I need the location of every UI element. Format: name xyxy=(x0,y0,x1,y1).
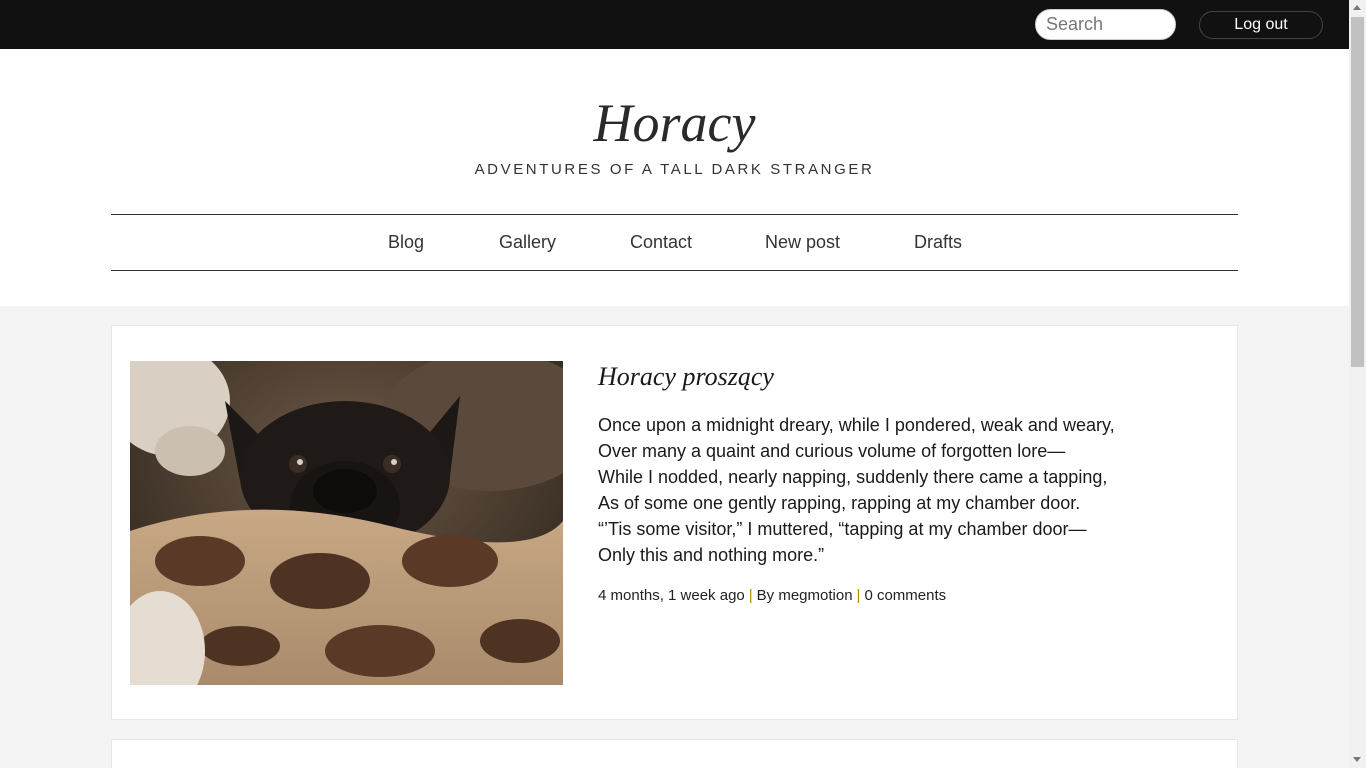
scroll-thumb[interactable] xyxy=(1351,17,1364,367)
page-scrollbar[interactable] xyxy=(1349,0,1366,768)
top-bar: Log out xyxy=(0,0,1349,49)
post-author[interactable]: By megmotion xyxy=(757,587,853,604)
site-tagline: ADVENTURES OF A TALL DARK STRANGER xyxy=(474,161,875,178)
scroll-down-icon[interactable] xyxy=(1353,757,1361,762)
post-meta: 4 months, 1 week ago | By megmotion | 0 comm… xyxy=(598,587,946,604)
search-input[interactable] xyxy=(1035,9,1176,40)
meta-separator: | xyxy=(856,587,861,604)
post-time[interactable]: 4 months, 1 week ago xyxy=(598,587,745,604)
site-header: Horacy ADVENTURES OF A TALL DARK STRANGE… xyxy=(0,49,1349,306)
meta-separator: | xyxy=(748,587,753,604)
dog-photo-image xyxy=(130,361,563,685)
post-line: Once upon a midnight dreary, while I pon… xyxy=(598,415,1115,435)
nav-item-drafts[interactable]: Drafts xyxy=(914,232,962,253)
logout-button[interactable]: Log out xyxy=(1199,11,1323,39)
nav-item-gallery[interactable]: Gallery xyxy=(499,232,556,253)
post-title[interactable]: Horacy proszący xyxy=(598,362,774,392)
post-excerpt: Once upon a midnight dreary, while I pon… xyxy=(598,412,1158,568)
post-comments-link[interactable]: 0 comments xyxy=(864,587,946,604)
next-post-card xyxy=(111,739,1238,768)
nav-item-blog[interactable]: Blog xyxy=(388,232,424,253)
post-line: “’Tis some visitor,” I muttered, “tappin… xyxy=(598,519,1087,539)
site-title[interactable]: Horacy xyxy=(0,93,1349,153)
post-image[interactable] xyxy=(130,361,563,685)
scroll-up-icon[interactable] xyxy=(1353,5,1361,10)
post-line: As of some one gently rapping, rapping a… xyxy=(598,493,1081,513)
post-line: While I nodded, nearly napping, suddenly… xyxy=(598,467,1108,487)
post-card: Horacy proszący Once upon a midnight dre… xyxy=(111,325,1238,720)
post-line: Only this and nothing more.” xyxy=(598,545,825,565)
post-line: Over many a quaint and curious volume of… xyxy=(598,441,1066,461)
nav-item-contact[interactable]: Contact xyxy=(630,232,692,253)
nav-item-new-post[interactable]: New post xyxy=(765,232,840,253)
main-nav: Blog Gallery Contact New post Drafts xyxy=(111,214,1238,271)
